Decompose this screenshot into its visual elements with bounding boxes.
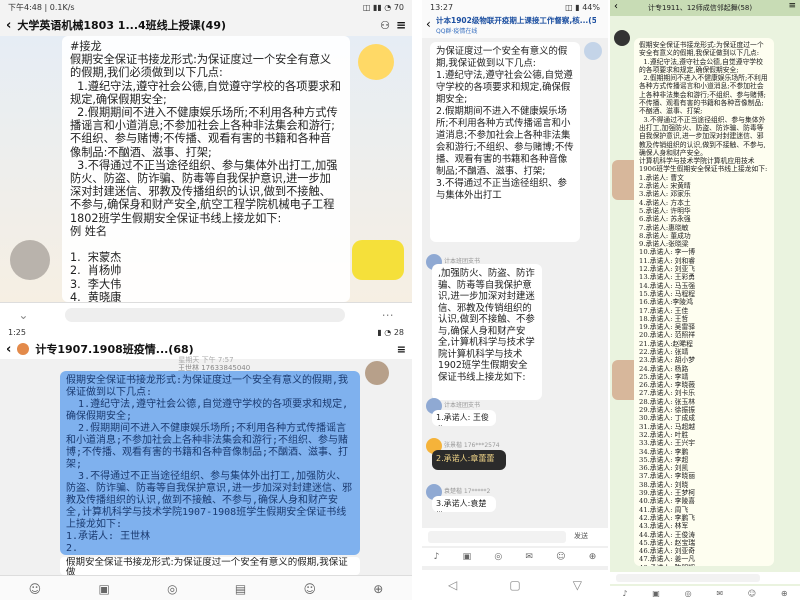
message-text: ,加强防火、防盗、防诈骗、防毒等自我保护意识,进一步加深对封建迷信、邪教及传销组… — [438, 268, 535, 383]
voice-icon[interactable]: ☺ — [29, 582, 42, 596]
message-bubble[interactable]: 假期安全保证书接龙形式:为保证度过一个安全有意义的假期,我保证做到以下几点: 1… — [60, 371, 360, 555]
status-time: 13:27 — [430, 2, 454, 12]
wallpaper-cartoon — [352, 240, 404, 280]
emoji-icon[interactable]: ☺ — [303, 582, 316, 596]
status-bar: 13:27 ◫ ▮ 44% — [422, 0, 608, 14]
message-bubble[interactable]: #接龙 假期安全保证书接龙形式:为保证度过一个安全有意义的假期,我们必须做到以下… — [62, 36, 350, 302]
camera-icon[interactable]: ◎ — [167, 582, 177, 596]
chat-header: ‹ 计本1902级物联开疫期上课接工作督察,核...(50) QQ群·疫情在线 — [422, 14, 608, 38]
sender-avatar[interactable] — [614, 30, 630, 46]
image-icon[interactable]: ▣ — [98, 582, 109, 596]
message-text: 1.承诺人: 王俊龙 — [436, 413, 489, 426]
input-bar — [610, 572, 800, 584]
message-input[interactable] — [428, 531, 566, 543]
message-text: 3.承诺人:袁楚楷 — [436, 499, 487, 512]
message-text: #接龙 假期安全保证书接龙形式:为保证度过一个安全有意义的假期,我们必须做到以下… — [70, 40, 342, 302]
status-bar: 1:25 ▮ ◔ 28 — [0, 325, 412, 339]
status-time: 下午4:48 | 0.1K/s — [8, 2, 75, 12]
chat-title: 计专1911、12师成信邻起舞(58) — [648, 4, 753, 12]
status-icons: ◫ ▮ 44% — [565, 2, 600, 12]
message-input[interactable] — [616, 574, 760, 582]
emoji-icon[interactable]: ☺ — [556, 552, 565, 562]
wallpaper-cartoon-left — [10, 240, 50, 280]
status-bar: 下午4:48 | 0.1K/s ◫ ▮▮ ◔ 70 — [0, 0, 412, 14]
message-bubble[interactable]: 1.承诺人: 王俊龙 — [432, 410, 496, 426]
emoji-icon[interactable]: ☺ — [748, 589, 756, 598]
input-bar: 发送 — [422, 528, 608, 546]
back-icon[interactable]: ‹ — [614, 1, 618, 12]
back-icon[interactable]: ‹ — [426, 17, 431, 31]
chat-subtitle: QQ群·疫情在线 — [436, 28, 478, 35]
message-bubble[interactable]: 假期安全保证书接龙形式:为保证度过一个安全有意义的假期,我保证做到以下几点: 1… — [634, 38, 774, 566]
voice-icon[interactable]: ♪ — [434, 552, 440, 562]
screenshot-panel-1: 下午4:48 | 0.1K/s ◫ ▮▮ ◔ 70 ‹ 大学英语机械1803 1… — [0, 0, 412, 325]
reply-preview: 假期安全保证书接龙形式:为保证度过一个安全有意义的假期,我保证做 — [60, 557, 360, 575]
screenshot-panel-4: ‹ 计专1911、12师成信邻起舞(58) ≡ 假期安全保证书接龙形式:为保证度… — [610, 0, 800, 600]
image-icon[interactable]: ▣ — [463, 552, 472, 562]
plus-icon[interactable]: ⊕ — [373, 582, 383, 596]
nav-recent-icon[interactable]: ▽ — [573, 578, 582, 592]
chat-avatar — [17, 343, 30, 355]
message-text: 2.承诺人:章蕾蕾 — [436, 454, 495, 463]
message-bubble[interactable]: 为保证度过一个安全有意义的假期,我保证做到以下几点: 1.遵纪守法,遵守社会公德… — [430, 42, 580, 242]
people-icon[interactable]: ⚇ — [380, 19, 390, 32]
toolbar: ♪ ▣ ◎ ✉ ☺ ⊕ — [610, 586, 800, 600]
plus-icon[interactable]: ⊕ — [781, 589, 788, 598]
toolbar: ☺ ▣ ◎ ▤ ☺ ⊕ — [0, 575, 412, 600]
file-icon[interactable]: ▤ — [235, 582, 246, 596]
nav-back-icon[interactable]: ◁ — [448, 578, 457, 592]
status-icons: ◫ ▮▮ ◔ 70 — [362, 2, 404, 12]
message-bubble[interactable]: 2.承诺人:章蕾蕾 — [432, 450, 506, 470]
collapse-icon[interactable]: ⌄ — [18, 308, 28, 322]
screenshot-panel-2: 1:25 ▮ ◔ 28 ‹ 计专1907.1908班疫情...(68) ≡ 星期… — [0, 325, 412, 600]
more-icon[interactable]: ⋯ — [382, 308, 394, 322]
back-icon[interactable]: ‹ — [6, 18, 11, 33]
sender-name: 计本班团支书 — [444, 402, 481, 409]
status-icons: ▮ ◔ 28 — [377, 327, 404, 337]
nav-home-icon[interactable]: ▢ — [509, 578, 520, 592]
message-bubble[interactable]: 3.承诺人:袁楚楷 — [432, 496, 496, 512]
menu-icon[interactable]: ≡ — [788, 1, 796, 11]
plus-icon[interactable]: ⊕ — [589, 552, 597, 562]
screenshot-panel-3: 13:27 ◫ ▮ 44% ‹ 计本1902级物联开疫期上课接工作督察,核...… — [422, 0, 608, 600]
sender-name: 张景楷 176***2574 — [444, 442, 500, 449]
send-button[interactable]: 发送 — [574, 531, 588, 541]
camera-icon[interactable]: ◎ — [685, 589, 692, 598]
system-nav-bar: ◁ ▢ ▽ — [422, 570, 608, 600]
voice-icon[interactable]: ♪ — [622, 589, 627, 598]
chat-header: ‹ 计专1911、12师成信邻起舞(58) ≡ — [610, 0, 800, 16]
message-bubble[interactable]: ,加强防火、防盗、防诈骗、防毒等自我保护意识,进一步加深对封建迷信、邪教及传销组… — [432, 264, 542, 400]
wallpaper-sun — [358, 44, 394, 80]
menu-icon[interactable]: ≡ — [396, 18, 406, 32]
input-field[interactable] — [65, 307, 346, 322]
status-time: 1:25 — [8, 327, 26, 337]
sender-avatar[interactable] — [365, 361, 389, 385]
message-text: 假期安全保证书接龙形式:为保证度过一个安全有意义的假期,我保证做到以下几点: 1… — [639, 41, 768, 566]
sender-avatar[interactable] — [584, 42, 602, 60]
chat-header: ‹ 大学英语机械1803 1...4班线上授课(49) ⚇ ≡ — [0, 14, 412, 36]
mail-icon[interactable]: ✉ — [525, 552, 533, 562]
chat-title: 计本1902级物联开疫期上课接工作督察,核...(50) — [436, 16, 596, 25]
sender-name: 袁楚楷 17*****2 — [444, 488, 491, 495]
input-bar[interactable]: ⌄ ⋯ — [0, 302, 412, 325]
message-text: 为保证度过一个安全有意义的假期,我保证做到以下几点: 1.遵纪守法,遵守社会公德… — [436, 46, 574, 201]
chat-title: 大学英语机械1803 1...4班线上授课(49) — [17, 19, 227, 32]
mail-icon[interactable]: ✉ — [716, 589, 723, 598]
toolbar: ♪ ▣ ◎ ✉ ☺ ⊕ — [422, 548, 608, 566]
message-text: 假期安全保证书接龙形式:为保证度过一个安全有意义的假期,我保证做到以下几点: 1… — [66, 375, 353, 554]
camera-icon[interactable]: ◎ — [494, 552, 502, 562]
image-icon[interactable]: ▣ — [652, 589, 660, 598]
menu-icon[interactable]: ≡ — [397, 343, 406, 356]
reply-text: 假期安全保证书接龙形式:为保证度过一个安全有意义的假期,我保证做 — [66, 557, 348, 575]
